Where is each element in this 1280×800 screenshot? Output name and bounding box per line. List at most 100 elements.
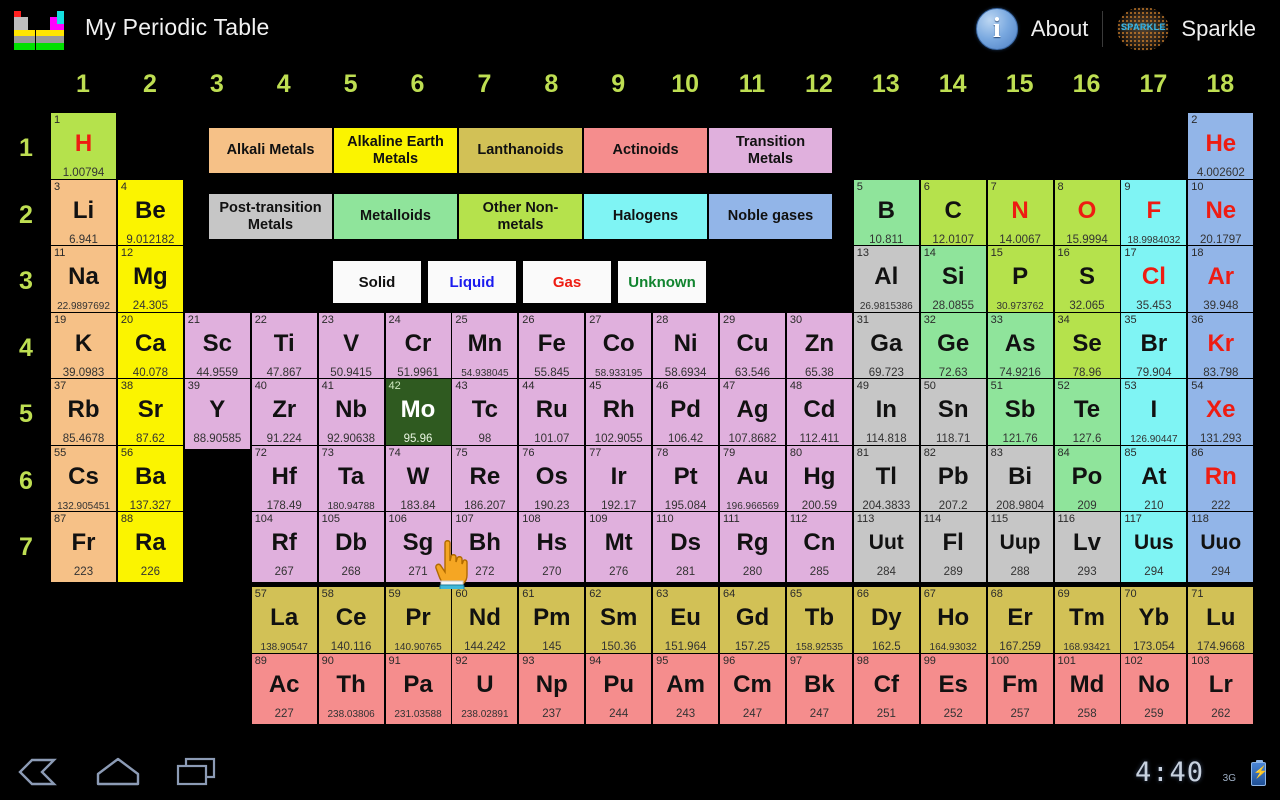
- element-cell-au[interactable]: 79 Au 196.966569: [719, 444, 786, 517]
- element-cell-mg[interactable]: 12 Mg 24.305: [116, 245, 184, 317]
- element-cell-cn[interactable]: 112 Cn 285: [785, 511, 853, 583]
- element-cell-hs[interactable]: 108 Hs 270: [518, 511, 586, 583]
- element-cell-sm[interactable]: 62 Sm 150.36: [585, 586, 653, 658]
- element-cell-lu[interactable]: 71 Lu 174.9668: [1187, 586, 1255, 658]
- element-cell-li[interactable]: 3 Li 6.941: [50, 178, 117, 251]
- element-cell-nb[interactable]: 41 Nb 92.90638: [317, 378, 385, 450]
- legend-state-unknown[interactable]: Unknown: [617, 260, 707, 304]
- element-cell-ag[interactable]: 47 Ag 107.8682: [719, 378, 786, 450]
- back-icon[interactable]: [10, 754, 66, 790]
- element-cell-sg[interactable]: 106 Sg 271: [384, 511, 452, 583]
- element-cell-s[interactable]: 16 S 32.065: [1053, 245, 1121, 317]
- element-cell-ta[interactable]: 73 Ta 180.94788: [317, 444, 385, 517]
- element-cell-ac[interactable]: 89 Ac 227: [250, 652, 318, 725]
- element-cell-c[interactable]: 6 C 12.0107: [919, 178, 987, 251]
- element-cell-rh[interactable]: 45 Rh 102.9055: [585, 378, 653, 450]
- element-cell-es[interactable]: 99 Es 252: [919, 652, 987, 725]
- element-cell-fr[interactable]: 87 Fr 223: [50, 511, 117, 583]
- element-cell-fm[interactable]: 100 Fm 257: [986, 652, 1054, 725]
- element-cell-ho[interactable]: 67 Ho 164.93032: [919, 586, 987, 658]
- element-cell-i[interactable]: 53 I 126.90447: [1120, 378, 1188, 450]
- element-cell-zr[interactable]: 40 Zr 91.224: [250, 378, 318, 450]
- element-cell-sb[interactable]: 51 Sb 121.76: [986, 378, 1054, 450]
- element-cell-rb[interactable]: 37 Rb 85.4678: [50, 378, 117, 450]
- element-cell-cs[interactable]: 55 Cs 132.905451: [50, 444, 117, 517]
- element-cell-la[interactable]: 57 La 138.90547: [250, 586, 318, 658]
- home-icon[interactable]: [90, 754, 146, 790]
- element-cell-se[interactable]: 34 Se 78.96: [1053, 311, 1121, 384]
- element-cell-ne[interactable]: 10 Ne 20.1797: [1187, 178, 1255, 251]
- element-cell-pm[interactable]: 61 Pm 145: [518, 586, 586, 658]
- element-cell-pa[interactable]: 91 Pa 231.03588: [384, 652, 452, 725]
- element-cell-in[interactable]: 49 In 114.818: [852, 378, 920, 450]
- element-cell-rn[interactable]: 86 Rn 222: [1187, 444, 1255, 517]
- element-cell-pu[interactable]: 94 Pu 244: [585, 652, 653, 725]
- element-cell-cd[interactable]: 48 Cd 112.411: [785, 378, 853, 450]
- element-cell-re[interactable]: 75 Re 186.207: [451, 444, 519, 517]
- element-cell-ga[interactable]: 31 Ga 69.723: [852, 311, 920, 384]
- recents-icon[interactable]: [168, 754, 224, 790]
- element-cell-hf[interactable]: 72 Hf 178.49: [250, 444, 318, 517]
- legend-category-post-transition-metals[interactable]: Post-transition Metals: [208, 193, 333, 240]
- element-cell-f[interactable]: 9 F 18.9984032: [1120, 178, 1188, 251]
- element-cell-bk[interactable]: 97 Bk 247: [785, 652, 853, 725]
- element-cell-sc[interactable]: 21 Sc 44.9559: [183, 311, 251, 384]
- element-cell-cm[interactable]: 96 Cm 247: [719, 652, 786, 725]
- element-cell-po[interactable]: 84 Po 209: [1053, 444, 1121, 517]
- sparkle-button[interactable]: SPARKLE Sparkle: [1103, 0, 1270, 57]
- element-cell-rf[interactable]: 104 Rf 267: [250, 511, 318, 583]
- legend-category-other-nonmetals[interactable]: Other Non-metals: [458, 193, 583, 240]
- element-cell-zn[interactable]: 30 Zn 65.38: [785, 311, 853, 384]
- element-cell-y[interactable]: 39 Y 88.90585: [183, 378, 251, 450]
- element-cell-na[interactable]: 11 Na 22.9897692: [50, 245, 117, 317]
- element-cell-cf[interactable]: 98 Cf 251: [852, 652, 920, 725]
- element-cell-cu[interactable]: 29 Cu 63.546: [719, 311, 786, 384]
- element-cell-fl[interactable]: 114 Fl 289: [919, 511, 987, 583]
- element-cell-lv[interactable]: 116 Lv 293: [1053, 511, 1121, 583]
- legend-state-gas[interactable]: Gas: [522, 260, 612, 304]
- legend-category-lanthanoids[interactable]: Lanthanoids: [458, 127, 583, 174]
- element-cell-tc[interactable]: 43 Tc 98: [451, 378, 519, 450]
- element-cell-ar[interactable]: 18 Ar 39.948: [1187, 245, 1255, 317]
- element-cell-as[interactable]: 33 As 74.9216: [986, 311, 1054, 384]
- element-cell-cl[interactable]: 17 Cl 35.453: [1120, 245, 1188, 317]
- element-cell-bh[interactable]: 107 Bh 272: [451, 511, 519, 583]
- element-cell-sr[interactable]: 38 Sr 87.62: [116, 378, 184, 450]
- element-cell-nd[interactable]: 60 Nd 144.242: [451, 586, 519, 658]
- element-cell-rg[interactable]: 111 Rg 280: [719, 511, 786, 583]
- element-cell-uus[interactable]: 117 Uus 294: [1120, 511, 1188, 583]
- element-cell-kr[interactable]: 36 Kr 83.798: [1187, 311, 1255, 384]
- element-cell-ru[interactable]: 44 Ru 101.07: [518, 378, 586, 450]
- element-cell-p[interactable]: 15 P 30.973762: [986, 245, 1054, 317]
- element-cell-am[interactable]: 95 Am 243: [652, 652, 720, 725]
- element-cell-eu[interactable]: 63 Eu 151.964: [652, 586, 720, 658]
- element-cell-db[interactable]: 105 Db 268: [317, 511, 385, 583]
- element-cell-k[interactable]: 19 K 39.0983: [50, 311, 117, 384]
- element-cell-pt[interactable]: 78 Pt 195.084: [652, 444, 720, 517]
- element-cell-yb[interactable]: 70 Yb 173.054: [1120, 586, 1188, 658]
- element-cell-co[interactable]: 27 Co 58.933195: [585, 311, 653, 384]
- element-cell-mo[interactable]: 42 Mo 95.96: [384, 378, 452, 450]
- legend-category-halogens[interactable]: Halogens: [583, 193, 708, 240]
- element-cell-tl[interactable]: 81 Tl 204.3833: [852, 444, 920, 517]
- element-cell-xe[interactable]: 54 Xe 131.293: [1187, 378, 1255, 450]
- element-cell-tm[interactable]: 69 Tm 168.93421: [1053, 586, 1121, 658]
- legend-category-transition-metals[interactable]: Transition Metals: [708, 127, 833, 174]
- element-cell-uup[interactable]: 115 Uup 288: [986, 511, 1054, 583]
- element-cell-dy[interactable]: 66 Dy 162.5: [852, 586, 920, 658]
- element-cell-lr[interactable]: 103 Lr 262: [1187, 652, 1255, 725]
- about-button[interactable]: About: [962, 0, 1103, 57]
- element-cell-fe[interactable]: 26 Fe 55.845: [518, 311, 586, 384]
- legend-state-liquid[interactable]: Liquid: [427, 260, 517, 304]
- legend-category-metalloids[interactable]: Metalloids: [333, 193, 458, 240]
- element-cell-ge[interactable]: 32 Ge 72.63: [919, 311, 987, 384]
- element-cell-br[interactable]: 35 Br 79.904: [1120, 311, 1188, 384]
- element-cell-ra[interactable]: 88 Ra 226: [116, 511, 184, 583]
- element-cell-ce[interactable]: 58 Ce 140.116: [317, 586, 385, 658]
- element-cell-al[interactable]: 13 Al 26.9815386: [852, 245, 920, 317]
- legend-category-alkaline-earth-metals[interactable]: Alkaline Earth Metals: [333, 127, 458, 174]
- element-cell-no[interactable]: 102 No 259: [1120, 652, 1188, 725]
- element-cell-np[interactable]: 93 Np 237: [518, 652, 586, 725]
- element-cell-th[interactable]: 90 Th 238.03806: [317, 652, 385, 725]
- element-cell-si[interactable]: 14 Si 28.0855: [919, 245, 987, 317]
